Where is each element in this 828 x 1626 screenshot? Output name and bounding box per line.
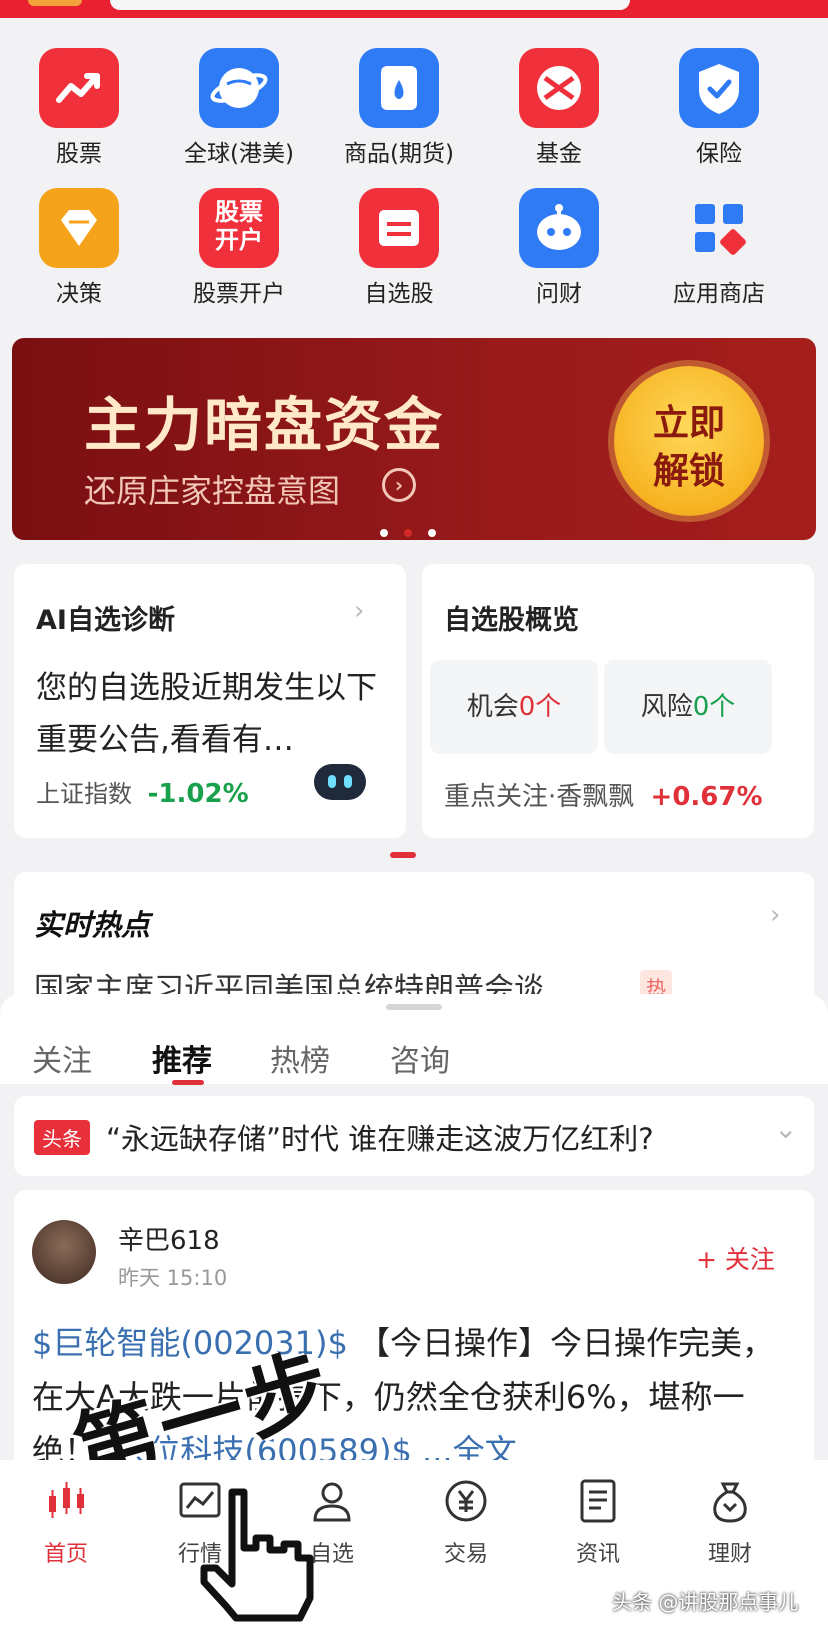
headline-title: “永远缺存储”时代 谁在赚走这波万亿红利?	[106, 1122, 654, 1156]
grid-item-commodity[interactable]: 商品(期货)	[339, 48, 459, 168]
tab-consult[interactable]: 咨询	[390, 1036, 450, 1080]
nav-label: 交易	[443, 1542, 488, 1567]
grid-label: 全球(港美)	[184, 141, 294, 167]
grid-item-decision[interactable]: 决策	[19, 188, 139, 308]
news-doc-icon	[575, 1478, 621, 1524]
nav-label: 首页	[43, 1542, 88, 1567]
hot-title: 实时热点	[34, 908, 151, 942]
card-title: AI自选诊断	[36, 605, 175, 636]
nav-wealth[interactable]: 理财	[680, 1478, 780, 1568]
focus-change: +0.67%	[650, 782, 763, 812]
card-pager-indicator	[390, 852, 416, 858]
index-change: -1.02%	[147, 779, 249, 809]
account-open-icon: 股票 开户	[199, 188, 279, 268]
grid-label: 商品(期货)	[344, 141, 454, 167]
banner-subtitle: 还原庄家控盘意图	[84, 472, 341, 510]
post-username[interactable]: 辛巴618	[118, 1220, 220, 1257]
watermark: 头条 @讲股那点事儿	[612, 1590, 799, 1614]
watchlist-overview-card[interactable]: 自选股概览 机会0个 风险0个 重点关注·香飘飘 +0.67%	[422, 564, 814, 838]
ai-card-body: 您的自选股近期发生以下重要公告,看看有…	[36, 670, 377, 758]
app-logo[interactable]	[28, 0, 82, 6]
focus-row: 重点关注·香飘飘 +0.67%	[444, 776, 763, 813]
grid-item-wencai[interactable]: 问财	[499, 188, 619, 308]
grid-item-open-account[interactable]: 股票 开户 股票开户	[179, 188, 299, 308]
drag-handle[interactable]	[386, 1004, 442, 1010]
icon-text: 股票	[215, 198, 263, 226]
grid-label: 自选股	[364, 281, 434, 307]
page-dot-active	[404, 529, 412, 537]
assistant-robot-icon[interactable]	[314, 764, 366, 800]
nav-news[interactable]: 资讯	[548, 1478, 648, 1568]
risk-count: 0个	[692, 692, 736, 722]
grid-item-insurance[interactable]: 保险	[659, 48, 779, 168]
robot-icon	[519, 188, 599, 268]
opportunity-label: 机会	[466, 692, 519, 722]
page-dot	[428, 529, 436, 537]
grid-item-fund[interactable]: 基金	[499, 48, 619, 168]
grid-label: 股票开户	[193, 281, 285, 307]
grid-item-global[interactable]: 全球(港美)	[179, 48, 299, 168]
search-bar[interactable]	[110, 0, 630, 10]
pointer-hand-icon	[196, 1488, 346, 1626]
avatar[interactable]	[32, 1220, 96, 1284]
banner-title: 主力暗盘资金	[84, 391, 445, 459]
watchlist-icon	[359, 188, 439, 268]
stock-trend-icon	[39, 48, 119, 128]
banner-pagination	[380, 522, 452, 541]
index-row: 上证指数 -1.02%	[36, 774, 249, 809]
icon-text: 开户	[215, 226, 263, 254]
risk-label: 风险	[640, 692, 693, 722]
tab-follow[interactable]: 关注	[32, 1036, 92, 1080]
grid-label: 应用商店	[673, 281, 765, 307]
grid-item-stock[interactable]: 股票	[19, 48, 139, 168]
nav-home[interactable]: 首页	[16, 1478, 116, 1568]
hot-topics-card[interactable]: 实时热点 › 国家主席习近平同美国总统特朗普会谈 热	[14, 872, 814, 1012]
post-time: 昨天 15:10	[118, 1266, 228, 1290]
chevron-right-icon: ›	[770, 900, 781, 930]
active-tab-indicator	[172, 1080, 204, 1085]
promo-banner[interactable]: 主力暗盘资金 还原庄家控盘意图 › 立即 解锁	[12, 338, 816, 540]
shield-check-icon	[679, 48, 759, 128]
chevron-right-icon: ›	[354, 596, 365, 626]
nav-label: 理财	[707, 1542, 752, 1567]
card-title: 自选股概览	[444, 605, 579, 636]
fund-icon	[519, 48, 599, 128]
grid-label: 决策	[56, 281, 102, 307]
index-label: 上证指数	[36, 780, 132, 808]
risk-box[interactable]: 风险0个	[604, 660, 772, 754]
grid-label: 问财	[536, 281, 582, 307]
commodity-bag-icon	[359, 48, 439, 128]
grid-item-app-store[interactable]: 应用商店	[659, 188, 779, 308]
top-bar	[0, 0, 828, 18]
yuan-coin-icon	[443, 1478, 489, 1524]
unlock-button[interactable]: 立即 解锁	[614, 366, 764, 516]
nav-label: 资讯	[575, 1542, 620, 1567]
globe-icon	[199, 48, 279, 128]
chevron-down-icon[interactable]: ⌄	[774, 1112, 797, 1145]
grid-item-watchlist[interactable]: 自选股	[339, 188, 459, 308]
opportunity-count: 0个	[518, 692, 562, 722]
grid-label: 股票	[56, 141, 102, 167]
unlock-button-line1: 立即	[652, 403, 725, 444]
chevron-right-icon: ›	[382, 468, 416, 502]
grid-label: 保险	[696, 141, 742, 167]
tab-recommend[interactable]: 推荐	[152, 1036, 212, 1080]
top-headline[interactable]: 头条 “永远缺存储”时代 谁在赚走这波万亿红利? ⌄	[14, 1096, 814, 1176]
tab-hot-list[interactable]: 热榜	[270, 1036, 330, 1080]
candlestick-icon	[43, 1478, 89, 1524]
feed-tabs: 关注 推荐 热榜 咨询	[0, 994, 828, 1085]
app-store-icon	[679, 188, 759, 268]
money-bag-icon	[707, 1478, 753, 1524]
focus-label: 重点关注·香飘飘	[444, 782, 635, 812]
headline-tag: 头条	[34, 1120, 90, 1155]
ai-diagnosis-card[interactable]: AI自选诊断 › 您的自选股近期发生以下重要公告,看看有… 上证指数 -1.02…	[14, 564, 406, 838]
page-dot	[380, 529, 388, 537]
nav-trade[interactable]: 交易	[416, 1478, 516, 1568]
unlock-button-line2: 解锁	[652, 451, 725, 492]
diamond-icon	[39, 188, 119, 268]
follow-button[interactable]: + 关注	[696, 1240, 775, 1276]
grid-label: 基金	[536, 141, 582, 167]
opportunity-box[interactable]: 机会0个	[430, 660, 598, 754]
